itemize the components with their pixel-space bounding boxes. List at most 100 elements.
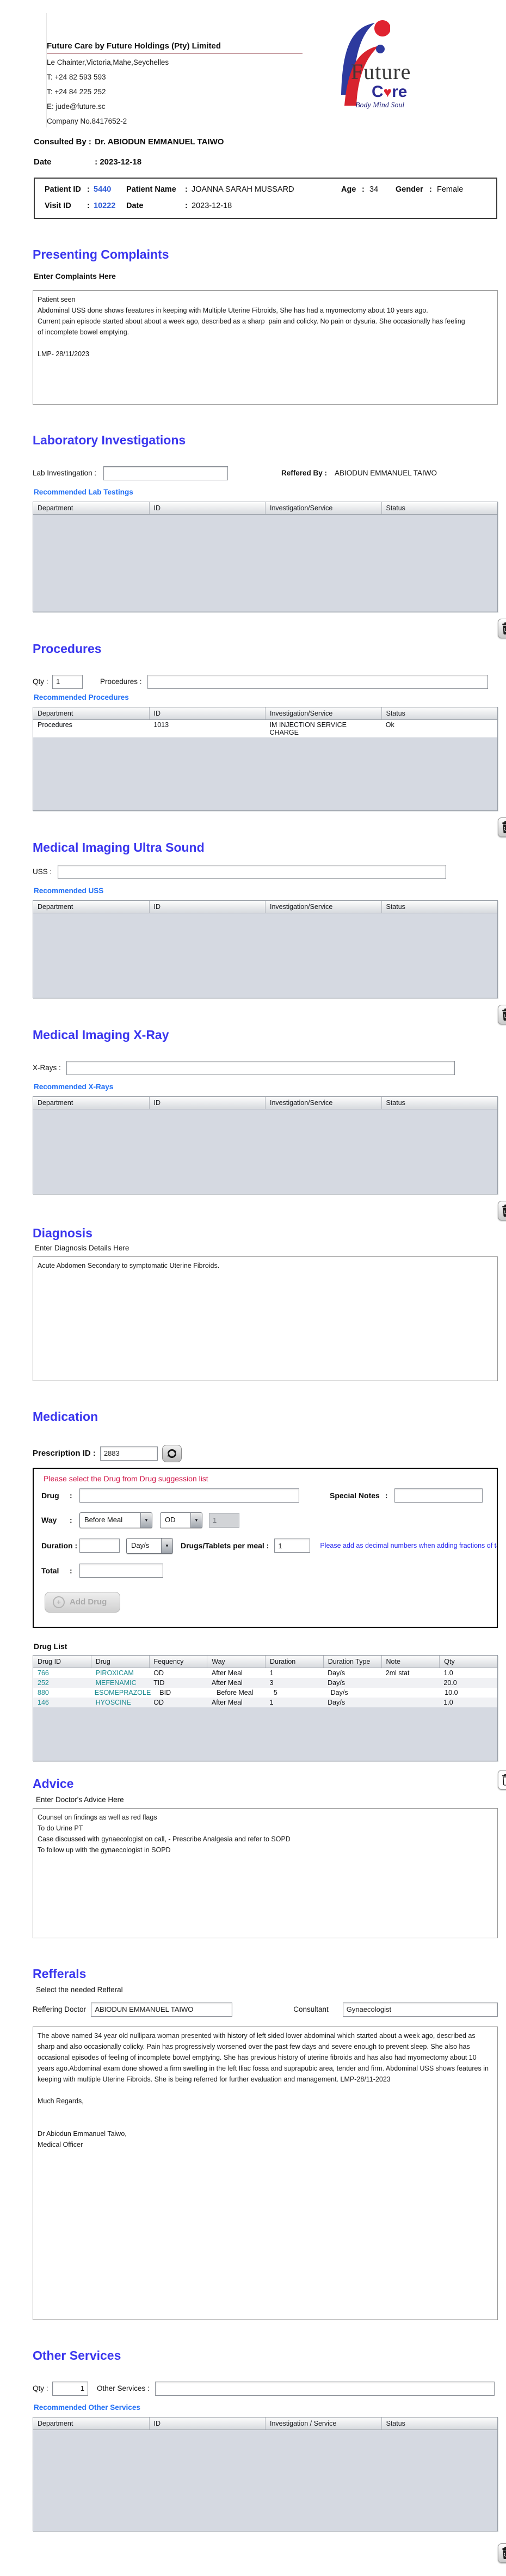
chevron-down-icon: ▼ xyxy=(190,1512,202,1528)
patient-row-1: Patient ID : 5440 Patient Name : JOANNA … xyxy=(45,185,464,194)
recommended-procedures-link[interactable]: Recommended Procedures xyxy=(34,693,498,701)
plus-circle-icon: + xyxy=(53,1596,65,1608)
table-cell: Procedures xyxy=(38,721,72,729)
delete-procedure-button[interactable] xyxy=(498,817,506,837)
column-header: Investigation/Service xyxy=(266,1096,382,1109)
company-address: Le Chainter,Victoria,Mahe,Seychelles xyxy=(47,58,169,66)
xray-title: Medical Imaging X-Ray xyxy=(33,1027,169,1042)
lab-investigation-row: Lab Investingation : Reffered By : ABIOD… xyxy=(33,466,498,480)
recommended-xray-table: Department ID Investigation/Service Status xyxy=(33,1096,498,1194)
delete-drug-button[interactable] xyxy=(498,1769,506,1790)
drug-input[interactable] xyxy=(79,1488,299,1503)
drug-list-table: Drug ID Drug Fequency Way Duration Duration T… xyxy=(33,1655,498,1761)
other-services-qty-input[interactable] xyxy=(52,2381,88,2396)
xray-input[interactable] xyxy=(66,1060,455,1075)
table-row[interactable]: 252 MEFENAMIC TID After Meal 3 Day/s 20.0 xyxy=(33,1677,497,1688)
table-row[interactable]: 766 PIROXICAM OD After Meal 1 Day/s 2ml stat 1.… xyxy=(33,1668,497,1678)
xray-entry-row: X-Rays : xyxy=(33,1060,498,1075)
prescription-id-input[interactable] xyxy=(100,1446,158,1461)
recommended-lab-link[interactable]: Recommended Lab Testings xyxy=(34,488,498,496)
advice-section: Advice Enter Doctor's Advice Here Counse… xyxy=(33,1777,498,1938)
table-cell: ESOMEPRAZOLE xyxy=(94,1688,151,1696)
table-cell: OD xyxy=(153,1669,164,1677)
refresh-prescription-button[interactable] xyxy=(162,1444,182,1462)
patient-info-box: Patient ID : 5440 Patient Name : JOANNA … xyxy=(34,177,497,219)
table-cell: 5 xyxy=(273,1688,277,1696)
prescription-id-label: Prescription ID : xyxy=(33,1449,96,1458)
delete-other-service-button[interactable] xyxy=(498,2543,506,2563)
diagnosis-label: Enter Diagnosis Details Here xyxy=(35,1243,129,1252)
referrals-title: Refferals xyxy=(33,1966,87,1981)
table-row[interactable]: Procedures 1013 IM INJECTION SERVICE CHARG… xyxy=(33,719,497,737)
visit-date-label: Date xyxy=(126,201,144,210)
table-cell: OD xyxy=(153,1698,164,1706)
trash-icon xyxy=(502,622,506,634)
complaints-textarea[interactable]: Patient seen Abdominal USS done shows fe… xyxy=(33,290,498,405)
column-header: Department xyxy=(33,1096,150,1109)
table-row[interactable]: 146 HYOSCINE OD After Meal 1 Day/s 1.0 xyxy=(33,1697,497,1707)
procedures-qty-input[interactable] xyxy=(52,674,83,689)
table-cell: 1013 xyxy=(153,721,169,729)
procedures-input[interactable] xyxy=(147,674,488,689)
table-cell xyxy=(381,1678,440,1688)
age-label: Age xyxy=(341,185,356,194)
consulted-by-line: Consulted By : Dr. ABIODUN EMMANUEL TAIW… xyxy=(34,137,506,146)
xray-trash-row xyxy=(33,1200,506,1220)
other-services-section: Other Services Qty : Other Services : Re… xyxy=(33,2348,506,2576)
refresh-icon xyxy=(167,1449,176,1458)
referred-by-label: Reffered By : xyxy=(281,469,328,478)
total-input[interactable] xyxy=(79,1563,163,1578)
way-select[interactable]: Before Meal ▼ xyxy=(79,1512,152,1528)
recommended-other-services-link[interactable]: Recommended Other Services xyxy=(34,2403,498,2412)
delete-xray-button[interactable] xyxy=(498,1200,506,1220)
add-drug-button[interactable]: + Add Drug xyxy=(45,1591,121,1613)
other-services-entry-row: Qty : Other Services : xyxy=(33,2381,498,2396)
table-cell: Day/s xyxy=(328,1669,345,1677)
special-notes-input[interactable] xyxy=(394,1488,483,1503)
duration-input[interactable] xyxy=(79,1539,120,1553)
column-header: Department xyxy=(33,707,150,719)
laboratory-title: Laboratory Investigations xyxy=(33,432,186,447)
lab-investigation-input[interactable] xyxy=(103,466,228,480)
uss-input[interactable] xyxy=(58,864,446,879)
frequency-select[interactable]: OD ▼ xyxy=(160,1512,202,1528)
uss-section: Medical Imaging Ultra Sound USS : Recomm… xyxy=(33,840,506,1024)
table-cell: Day/s xyxy=(330,1688,348,1696)
table-cell: HYOSCINE xyxy=(95,1698,131,1706)
table-cell: 2ml stat xyxy=(385,1669,410,1677)
recommended-xray-link[interactable]: Recommended X-Rays xyxy=(34,1083,498,1091)
delete-lab-selection-button[interactable] xyxy=(498,618,506,638)
recommended-uss-link[interactable]: Recommended USS xyxy=(34,887,498,895)
delete-uss-button[interactable] xyxy=(498,1004,506,1024)
gender-value: Female xyxy=(437,185,464,194)
patient-id-label: Patient ID xyxy=(45,185,81,194)
column-header: ID xyxy=(150,707,266,719)
table-row[interactable]: 880 ESOMEPRAZOLE BID Before Meal 5 Day/s 10.0 xyxy=(33,1687,497,1698)
column-header: Department xyxy=(33,900,150,913)
column-header: Investigation/Service xyxy=(266,707,382,719)
table-cell: 10.0 xyxy=(445,1688,458,1696)
advice-textarea[interactable]: Counsel on findings as well as red flags… xyxy=(33,1808,498,1938)
duration-unit-select[interactable]: Day/s ▼ xyxy=(126,1537,173,1554)
table-cell: 146 xyxy=(38,1698,49,1706)
consultant-input[interactable] xyxy=(342,2002,498,2017)
diagnosis-textarea[interactable]: Acute Abdomen Secondary to symptomatic U… xyxy=(33,1256,498,1381)
table-cell: Day/s xyxy=(328,1698,345,1706)
other-services-input[interactable] xyxy=(155,2381,495,2396)
column-header: Drug xyxy=(91,1655,150,1668)
procedures-entry-row: Qty : Procedures : xyxy=(33,674,498,689)
presenting-complaints-section: Presenting Complaints Enter Complaints H… xyxy=(33,247,498,405)
recommended-lab-table: Department ID Investigation/Service Status xyxy=(33,501,498,612)
patient-row-2: Visit ID : 10222 Date : 2023-12-18 xyxy=(45,201,232,210)
referring-doctor-input[interactable] xyxy=(91,2002,233,2017)
per-meal-input[interactable] xyxy=(274,1539,311,1553)
column-header: Department xyxy=(33,502,150,514)
table-cell: BID xyxy=(159,1688,171,1696)
lab-investigation-label: Lab Investingation : xyxy=(33,469,97,478)
way-label: Way xyxy=(41,1516,57,1525)
table-cell: TID xyxy=(153,1678,165,1687)
column-header: Qty xyxy=(444,1657,455,1665)
table-cell: After Meal xyxy=(211,1669,243,1677)
referral-letter-textarea[interactable]: The above named 34 year old nullipara wo… xyxy=(33,2026,498,2320)
heart-icon: ♥ xyxy=(383,84,392,100)
